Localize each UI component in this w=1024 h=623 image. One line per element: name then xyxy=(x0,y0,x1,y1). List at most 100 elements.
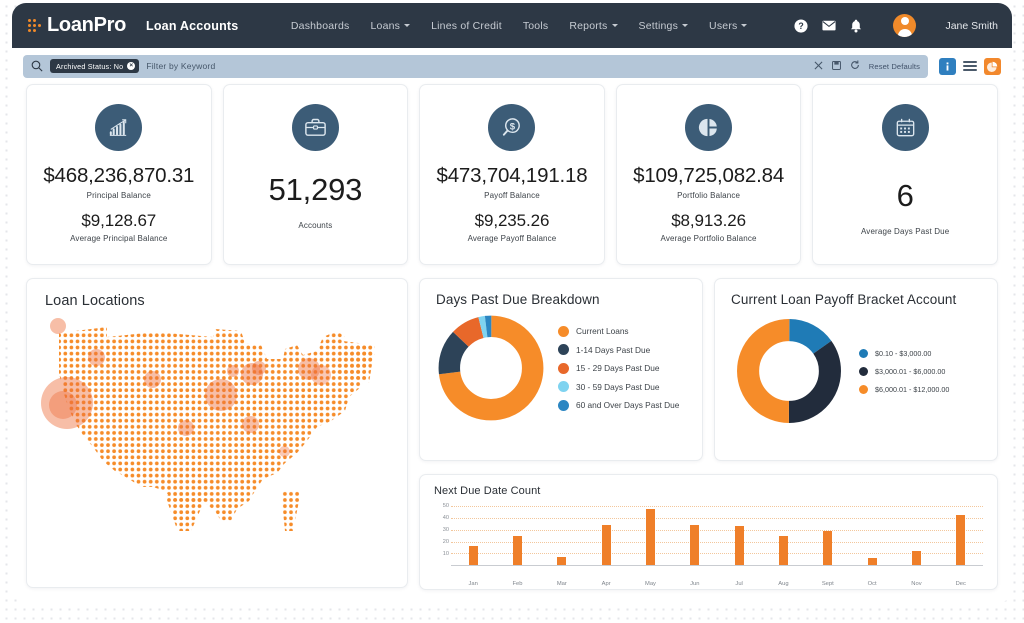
x-tick-label: Jul xyxy=(735,581,743,587)
kpi-card-row: $468,236,870.31 Principal Balance $9,128… xyxy=(26,84,998,265)
legend-item[interactable]: $0.10 - $3,000.00 xyxy=(859,348,949,358)
kpi-card-portfolio-balance: $109,725,082.84 Portfolio Balance $8,913… xyxy=(615,84,802,265)
legend-label: $3,000.01 - $6,000.00 xyxy=(875,366,946,376)
legend-label: 60 and Over Days Past Due xyxy=(576,400,680,410)
x-tick-label: Nov xyxy=(911,581,922,587)
days-past-due-donut-chart[interactable] xyxy=(436,313,546,423)
bar-chart[interactable]: 50 40 30 20 10 xyxy=(434,503,983,578)
bar-slot xyxy=(628,504,672,565)
x-tick-label: Feb xyxy=(512,581,523,587)
y-tick-label: 10 xyxy=(442,551,449,558)
nav-item-lines-of-credit[interactable]: Lines of Credit xyxy=(431,20,502,32)
nav-item-settings[interactable]: Settings xyxy=(639,20,689,32)
save-icon[interactable] xyxy=(831,57,841,75)
nav-item-loans[interactable]: Loans xyxy=(371,20,411,32)
bar[interactable] xyxy=(734,526,744,565)
reset-defaults-label[interactable]: Reset Defaults xyxy=(869,62,920,71)
chart-legend: $0.10 - $3,000.00 $3,000.01 - $6,000.00 … xyxy=(859,348,949,394)
mail-icon[interactable] xyxy=(822,20,837,31)
legend-item[interactable]: 30 - 59 Days Past Due xyxy=(558,381,679,392)
calendar-icon xyxy=(881,104,929,151)
filter-chip-archived-status[interactable]: Archived Status: No × xyxy=(50,59,140,73)
kpi-primary-value: 51,293 xyxy=(268,172,363,207)
bar[interactable] xyxy=(645,508,655,565)
filter-keyword-placeholder[interactable]: Filter by Keyword xyxy=(146,61,215,71)
nav-item-reports[interactable]: Reports xyxy=(569,20,618,32)
chevron-down-icon xyxy=(741,24,748,27)
charts-row: Loan Locations Days Past Due Breakdown C… xyxy=(26,278,998,590)
view-toggle-buttons xyxy=(939,57,1001,75)
bar[interactable] xyxy=(823,530,833,565)
legend-label: 15 - 29 Days Past Due xyxy=(576,363,660,373)
bar-slot xyxy=(939,504,983,565)
legend-item[interactable]: $6,000.01 - $12,000.00 xyxy=(859,384,949,394)
chart-view-button[interactable] xyxy=(984,57,1001,75)
kpi-primary-value: 6 xyxy=(896,178,914,213)
bell-icon[interactable] xyxy=(850,19,862,33)
legend-item[interactable]: $3,000.01 - $6,000.00 xyxy=(859,366,949,376)
loan-locations-title: Loan Locations xyxy=(45,293,145,309)
legend-item[interactable]: 60 and Over Days Past Due xyxy=(558,399,680,411)
map-bubble xyxy=(242,416,259,433)
close-icon[interactable] xyxy=(814,57,823,75)
refresh-icon[interactable] xyxy=(850,57,860,75)
close-icon[interactable]: × xyxy=(127,62,136,70)
legend-item[interactable]: 15 - 29 Days Past Due xyxy=(558,362,679,374)
payoff-bracket-donut-chart[interactable] xyxy=(735,317,843,425)
bar[interactable] xyxy=(911,550,921,565)
bar[interactable] xyxy=(690,525,700,565)
kpi-secondary-label: Average Portfolio Balance xyxy=(660,234,757,243)
bar[interactable] xyxy=(601,525,611,565)
bar-slot xyxy=(761,504,805,565)
info-view-button[interactable] xyxy=(939,57,956,75)
bar-slot xyxy=(451,504,495,565)
map-bubble xyxy=(88,349,105,366)
help-icon[interactable]: ? xyxy=(794,18,809,33)
kpi-primary-value: $473,704,191.18 xyxy=(436,164,588,187)
page-title: Loan Accounts xyxy=(146,18,239,33)
nav-item-users[interactable]: Users xyxy=(709,19,748,32)
bar[interactable] xyxy=(557,556,567,565)
nav-item-label: Users xyxy=(709,19,738,32)
x-tick-label: Aug xyxy=(778,581,789,587)
chevron-down-icon xyxy=(404,24,411,27)
kpi-primary-label: Portfolio Balance xyxy=(677,191,741,200)
legend-label: 1-14 Days Past Due xyxy=(576,344,651,355)
x-tick-label: Mar xyxy=(556,581,567,587)
kpi-card-principal-balance: $468,236,870.31 Principal Balance $9,128… xyxy=(26,84,212,265)
bar-slot xyxy=(540,504,584,565)
bar-slot xyxy=(584,504,628,565)
y-tick-label: 30 xyxy=(442,527,449,534)
nav-item-tools[interactable]: Tools xyxy=(523,20,549,32)
dollar-magnifier-icon: $ xyxy=(488,104,536,151)
svg-text:?: ? xyxy=(799,21,804,31)
bar[interactable] xyxy=(956,514,966,565)
bar[interactable] xyxy=(867,557,877,565)
y-axis: 50 40 30 20 10 xyxy=(434,503,451,566)
logo[interactable]: LoanPro xyxy=(28,14,126,37)
bar[interactable] xyxy=(512,535,522,565)
filter-chip-label: Archived Status: No xyxy=(56,61,124,71)
bar-slot xyxy=(673,504,717,565)
legend-label: 30 - 59 Days Past Due xyxy=(576,381,660,392)
bar[interactable] xyxy=(778,535,788,565)
legend-item[interactable]: 1-14 Days Past Due xyxy=(558,344,679,355)
search-filter-field[interactable]: Archived Status: No × Filter by Keyword … xyxy=(23,54,928,78)
days-past-due-breakdown-card: Days Past Due Breakdown Current Loans 1-… xyxy=(419,278,703,461)
donut-charts-row: Days Past Due Breakdown Current Loans 1-… xyxy=(419,278,998,461)
avatar[interactable] xyxy=(893,14,917,37)
map-bubble xyxy=(50,318,66,334)
legend-label: Current Loans xyxy=(576,326,629,336)
dashboard-content: $468,236,870.31 Principal Balance $9,128… xyxy=(12,84,1012,603)
bar[interactable] xyxy=(468,546,478,565)
nav-item-label: Loans xyxy=(370,19,401,32)
donut-and-legend: $0.10 - $3,000.00 $3,000.01 - $6,000.00 … xyxy=(731,317,981,425)
search-icon[interactable] xyxy=(31,60,43,72)
usa-dot-map[interactable] xyxy=(41,315,395,570)
nav-item-dashboards[interactable]: Dashboards xyxy=(291,20,350,32)
list-view-button[interactable] xyxy=(963,60,977,72)
logo-text: LoanPro xyxy=(47,14,127,36)
legend-item[interactable]: Current Loans xyxy=(558,325,679,337)
top-navigation-bar: LoanPro Loan Accounts Dashboards Loans L… xyxy=(12,3,1012,48)
kpi-secondary-value: $8,913.26 xyxy=(671,211,746,230)
